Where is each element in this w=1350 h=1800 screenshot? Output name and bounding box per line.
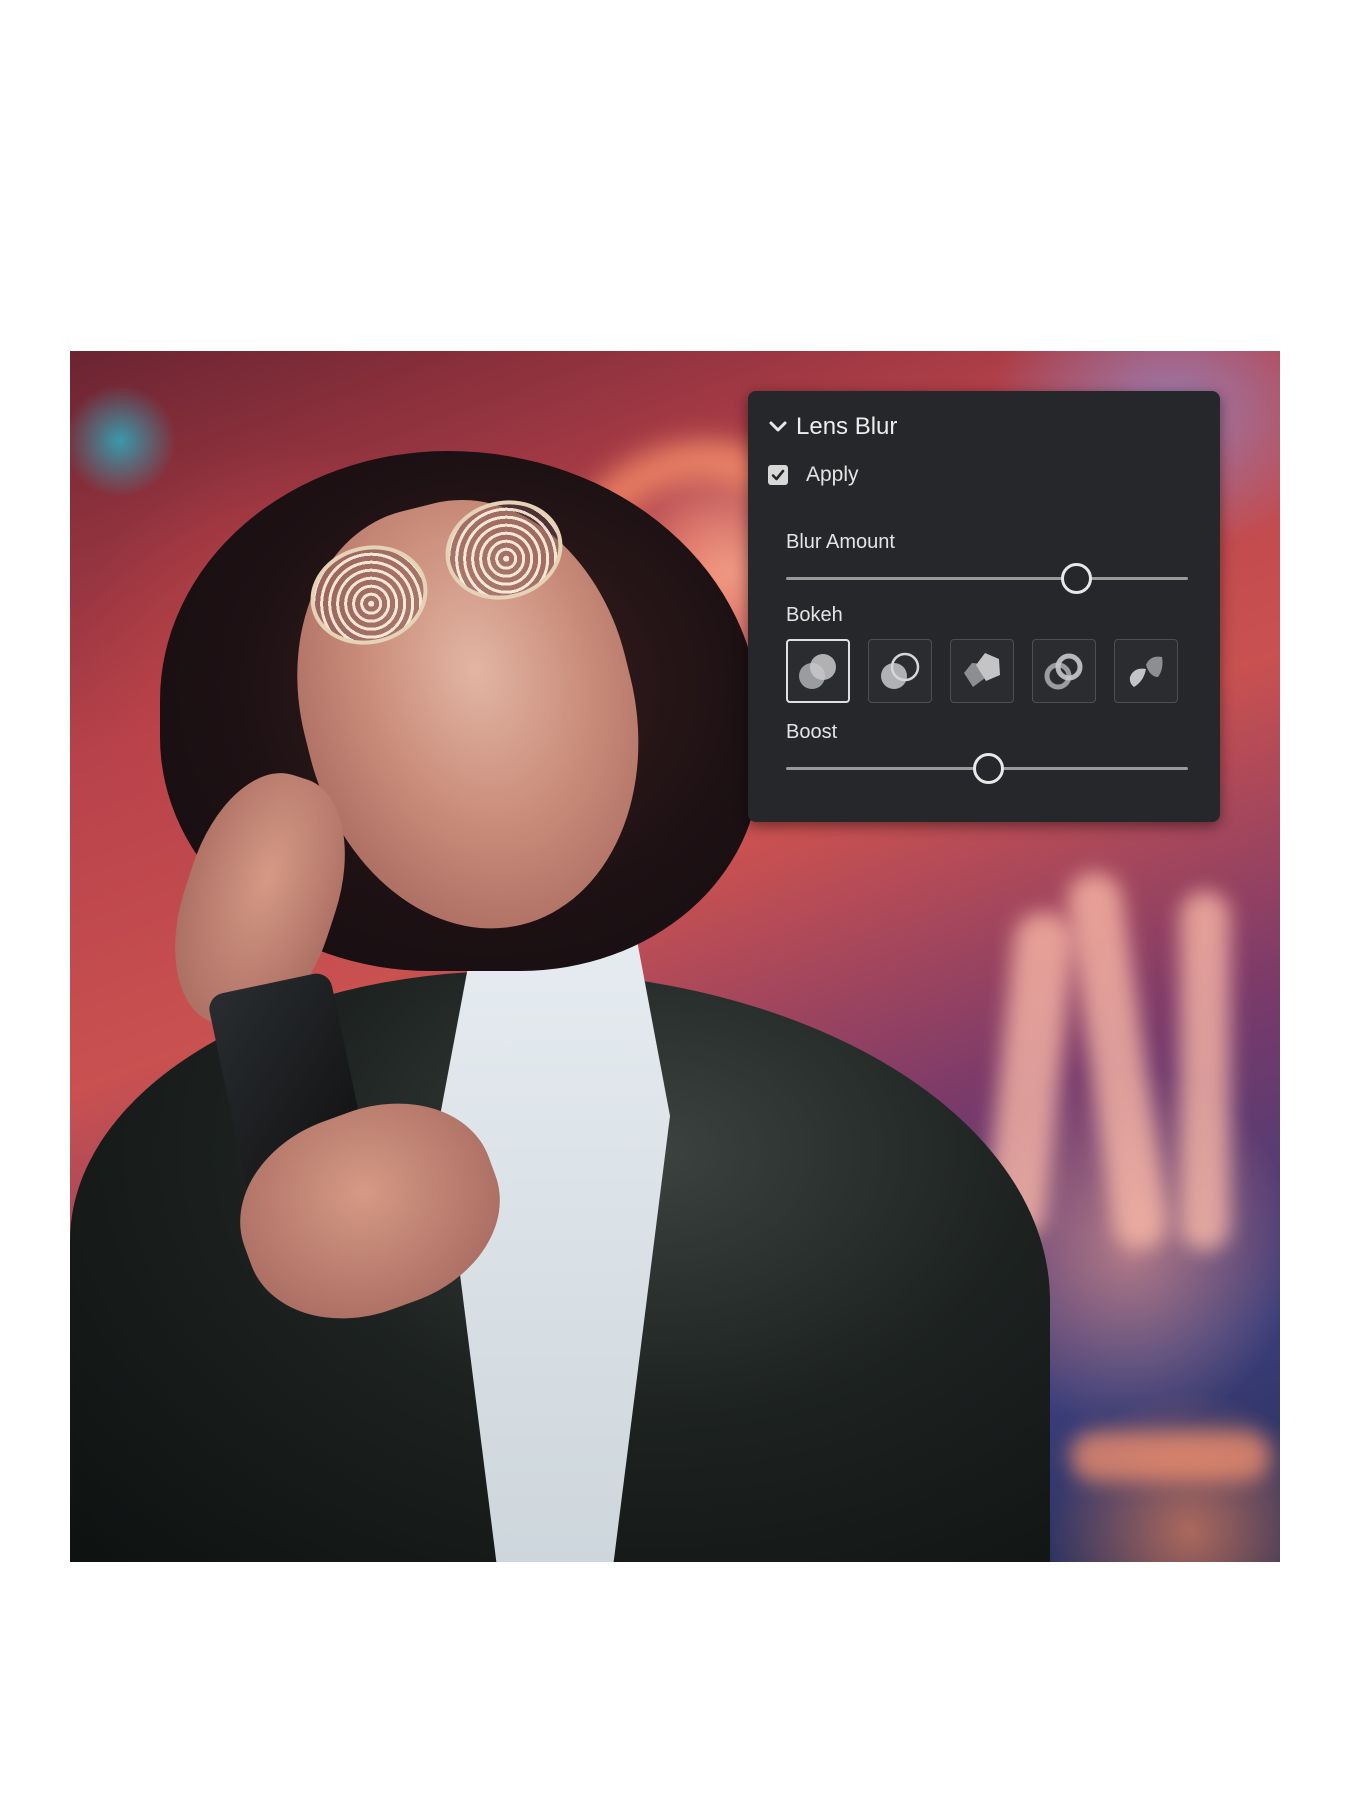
circle-bokeh-icon xyxy=(799,654,836,689)
apply-row[interactable]: Apply xyxy=(768,463,859,487)
blur-amount-thumb[interactable] xyxy=(1061,563,1093,594)
bokeh-options xyxy=(786,639,1178,703)
boost-thumb[interactable] xyxy=(973,753,1004,784)
blur-amount-track[interactable] xyxy=(786,577,1188,580)
bokeh-option-ring[interactable] xyxy=(1032,639,1096,703)
boost-label: Boost xyxy=(786,721,838,743)
bokeh-option-circle[interactable] xyxy=(786,639,850,703)
neon-bar-light xyxy=(1063,869,1172,1253)
bokeh-label: Bokeh xyxy=(786,604,843,626)
blade-bokeh-icon xyxy=(964,653,1000,687)
ring-bokeh-icon xyxy=(1044,653,1083,690)
neon-bar-light xyxy=(1180,891,1230,1251)
boost-slider[interactable] xyxy=(786,753,1188,784)
checkmark-icon xyxy=(771,469,785,481)
chevron-down-icon[interactable] xyxy=(768,417,788,437)
lens-blur-header[interactable]: Lens Blur xyxy=(768,413,897,441)
bokeh-option-blade[interactable] xyxy=(950,639,1014,703)
neon-bar-light xyxy=(1070,1431,1270,1481)
cat-eye-bokeh-icon xyxy=(1129,656,1163,687)
bokeh-option-bubble[interactable] xyxy=(868,639,932,703)
bubble-bokeh-icon xyxy=(881,652,920,689)
blur-amount-label: Blur Amount xyxy=(786,531,895,553)
lens-blur-panel: Lens Blur Apply Blur Amount Bokeh Boost xyxy=(748,391,1220,822)
apply-checkbox[interactable] xyxy=(768,465,788,485)
apply-label: Apply xyxy=(806,463,859,486)
blur-amount-slider[interactable] xyxy=(786,563,1188,594)
bokeh-option-cat-eye[interactable] xyxy=(1114,639,1178,703)
panel-title: Lens Blur xyxy=(796,413,898,440)
